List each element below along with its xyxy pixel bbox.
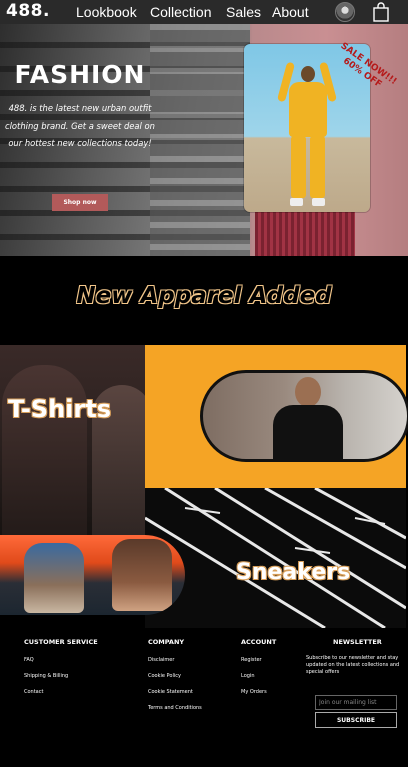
sneakers-category-tile[interactable] xyxy=(145,488,406,628)
sneakers-label[interactable]: Sneakers xyxy=(236,560,350,585)
footer-link-shipping[interactable]: Shipping & Billing xyxy=(24,673,68,679)
sneaker-shoe xyxy=(112,539,172,611)
footer-link-cookie-statement[interactable]: Cookie Statement xyxy=(148,689,193,695)
sneakers-photo xyxy=(0,535,185,615)
shop-now-button[interactable]: Shop now xyxy=(52,194,108,211)
top-navigation: 488. Lookbook Collection Sales About xyxy=(0,0,408,24)
model-shoe xyxy=(290,198,303,206)
footer-link-login[interactable]: Login xyxy=(241,673,255,679)
new-apparel-heading: New Apparel Added xyxy=(76,283,332,309)
sneaker-shoe xyxy=(24,543,84,613)
featured-model-photo xyxy=(200,370,408,462)
subscribe-button[interactable]: SUBSCRIBE xyxy=(315,712,397,728)
hero-banner: FASHION 488. is the latest new urban out… xyxy=(0,24,408,256)
newsletter-email-input[interactable] xyxy=(315,695,397,710)
model-jacket xyxy=(289,82,327,137)
footer-heading-account: ACCOUNT xyxy=(241,638,277,646)
hero-title: FASHION xyxy=(14,60,146,89)
hero-description: 488. is the latest new urban outfit clot… xyxy=(5,103,155,148)
footer-link-terms[interactable]: Terms and Conditions xyxy=(148,705,202,711)
nav-link-lookbook[interactable]: Lookbook xyxy=(76,3,137,21)
footer-heading-newsletter: NEWSLETTER xyxy=(333,638,382,646)
profile-avatar[interactable] xyxy=(335,2,355,22)
footer-heading-customer-service: CUSTOMER SERVICE xyxy=(24,638,98,646)
model-shirt xyxy=(273,405,343,459)
footer-link-disclaimer[interactable]: Disclaimer xyxy=(148,657,174,663)
footer-link-my-orders[interactable]: My Orders xyxy=(241,689,267,695)
footer-link-faq[interactable]: FAQ xyxy=(24,657,34,663)
nav-link-about[interactable]: About xyxy=(272,3,309,21)
model-head xyxy=(295,377,321,407)
nav-link-collection[interactable]: Collection xyxy=(150,3,211,21)
footer-link-register[interactable]: Register xyxy=(241,657,262,663)
brand-logo[interactable]: 488. xyxy=(6,0,50,22)
nav-link-sales[interactable]: Sales xyxy=(226,3,261,21)
model-figure xyxy=(2,365,87,540)
tshirts-label[interactable]: T-Shirts xyxy=(8,395,111,423)
model-pants xyxy=(291,136,306,198)
footer-link-cookie-policy[interactable]: Cookie Policy xyxy=(148,673,181,679)
model-head xyxy=(301,66,315,82)
building-balconies xyxy=(150,24,250,256)
newsletter-description: Subscribe to our newsletter and stay upd… xyxy=(306,655,400,675)
model-pants xyxy=(310,136,325,198)
site-footer: CUSTOMER SERVICE FAQ Shipping & Billing … xyxy=(0,628,408,767)
street-lines-graphic xyxy=(145,488,406,628)
tshirts-category-tile[interactable] xyxy=(0,345,145,540)
shopping-bag-icon[interactable] xyxy=(372,2,390,22)
footer-heading-company: COMPANY xyxy=(148,638,185,646)
model-shoe xyxy=(312,198,325,206)
footer-link-contact[interactable]: Contact xyxy=(24,689,43,695)
